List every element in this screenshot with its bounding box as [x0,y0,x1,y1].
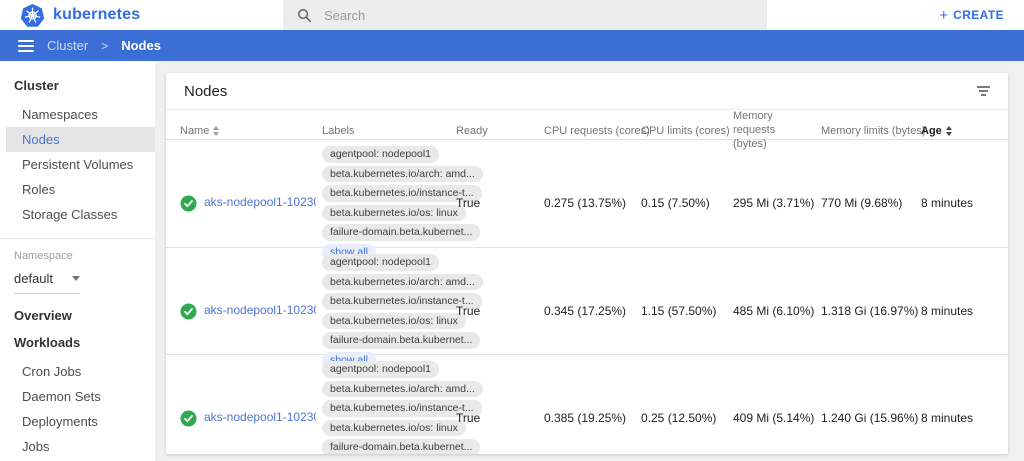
table-header-row: Name Labels Ready CPU requests (cores) C… [166,110,1008,140]
sidebar-item-namespaces[interactable]: Namespaces [0,102,155,127]
label-chip: beta.kubernetes.io/arch: amd... [322,166,483,183]
memory-limits-cell: 770 Mi (9.68%) [821,196,921,210]
top-bar: kubernetes + CREATE [0,0,1024,30]
create-button-label: CREATE [953,8,1004,22]
namespace-select-value: default [14,271,53,286]
breadcrumb-separator-icon: > [101,39,108,53]
column-header-name[interactable]: Name [180,125,322,137]
label-chip: agentpool: nodepool1 [322,361,439,378]
age-cell: 8 minutes [921,411,994,425]
memory-requests-cell: 409 Mi (5.14%) [733,411,821,425]
sidebar-item-roles[interactable]: Roles [0,177,155,202]
column-header-cpu-requests: CPU requests (cores) [544,125,641,137]
search-input[interactable] [322,7,753,24]
label-chip: failure-domain.beta.kubernet... [322,332,480,349]
label-chip: failure-domain.beta.kubernet... [322,439,480,454]
ready-cell: True [456,196,544,210]
filter-icon[interactable] [971,80,996,102]
sidebar-item-persistent-volumes[interactable]: Persistent Volumes [0,152,155,177]
brand-name: kubernetes [53,6,140,24]
column-header-age[interactable]: Age [921,125,994,137]
table-row: aks-nodepool1-10230590-vm... agentpool: … [166,140,1008,247]
sidebar-item-storage-classes[interactable]: Storage Classes [0,202,155,227]
memory-limits-cell: 1.318 Gi (16.97%) [821,304,921,318]
sidebar-section-workloads: Workloads [0,329,155,359]
label-chip: beta.kubernetes.io/os: linux [322,420,466,437]
breadcrumb-cluster[interactable]: Cluster [47,38,88,53]
sidebar-item-deployments[interactable]: Deployments [0,409,155,434]
sidebar: Cluster Namespaces Nodes Persistent Volu… [0,61,155,461]
node-name-link[interactable]: aks-nodepool1-10230590-vm... [204,303,316,317]
label-chip: failure-domain.beta.kubernet... [322,224,480,241]
cpu-requests-cell: 0.385 (19.25%) [544,411,641,425]
labels-cell: agentpool: nodepool1 beta.kubernetes.io/… [322,355,456,454]
table-row: aks-nodepool1-10230590-vm... agentpool: … [166,354,1008,454]
plus-icon: + [939,8,948,23]
sidebar-section-cluster: Cluster [0,61,155,102]
age-cell: 8 minutes [921,304,994,318]
brand[interactable]: kubernetes [0,3,140,28]
memory-requests-cell: 485 Mi (6.10%) [733,304,821,318]
column-header-ready: Ready [456,125,544,137]
node-name-link[interactable]: aks-nodepool1-10230590-vm... [204,195,316,209]
cpu-limits-cell: 0.25 (12.50%) [641,411,733,425]
breadcrumb-bar: Cluster > Nodes [0,30,1024,61]
label-chip: agentpool: nodepool1 [322,254,439,271]
column-header-memory-limits: Memory limits (bytes) [821,125,921,137]
cpu-requests-cell: 0.345 (17.25%) [544,304,641,318]
label-chip: agentpool: nodepool1 [322,146,439,163]
memory-requests-cell: 295 Mi (3.71%) [733,196,821,210]
search-icon [297,8,312,23]
sort-icon-active [946,126,952,136]
kubernetes-logo-icon [20,3,45,28]
main-content: Nodes Name Labels Ready CPU requests (co… [155,61,1024,461]
column-header-cpu-limits: CPU limits (cores) [641,125,733,137]
ready-cell: True [456,304,544,318]
label-chip: beta.kubernetes.io/os: linux [322,313,466,330]
memory-limits-cell: 1.240 Gi (15.96%) [821,411,921,425]
label-chip: beta.kubernetes.io/arch: amd... [322,381,483,398]
status-ok-icon [180,303,197,320]
sidebar-item-daemon-sets[interactable]: Daemon Sets [0,384,155,409]
table-row: aks-nodepool1-10230590-vm... agentpool: … [166,247,1008,354]
node-name-link[interactable]: aks-nodepool1-10230590-vm... [204,410,316,424]
column-header-labels: Labels [322,125,456,137]
namespace-label: Namespace [0,239,155,264]
cpu-limits-cell: 1.15 (57.50%) [641,304,733,318]
sort-icon [213,126,219,136]
chevron-down-icon [72,276,80,281]
ready-cell: True [456,411,544,425]
cpu-requests-cell: 0.275 (13.75%) [544,196,641,210]
sidebar-item-cron-jobs[interactable]: Cron Jobs [0,359,155,384]
card-title: Nodes [184,83,227,100]
breadcrumb-current-page: Nodes [121,38,161,53]
column-header-memory-requests: Memory requests (bytes) [733,110,821,151]
create-button[interactable]: + CREATE [933,0,1010,30]
status-ok-icon [180,195,197,212]
search-bar[interactable] [283,0,767,30]
label-chip: beta.kubernetes.io/arch: amd... [322,274,483,291]
sidebar-item-overview[interactable]: Overview [0,294,155,329]
cpu-limits-cell: 0.15 (7.50%) [641,196,733,210]
sidebar-item-nodes[interactable]: Nodes [6,127,155,152]
sidebar-item-jobs[interactable]: Jobs [0,434,155,459]
namespace-select[interactable]: default [14,271,80,294]
age-cell: 8 minutes [921,196,994,210]
nodes-card: Nodes Name Labels Ready CPU requests (co… [166,73,1008,454]
status-ok-icon [180,410,197,427]
label-chip: beta.kubernetes.io/os: linux [322,205,466,222]
menu-icon[interactable] [18,40,34,52]
